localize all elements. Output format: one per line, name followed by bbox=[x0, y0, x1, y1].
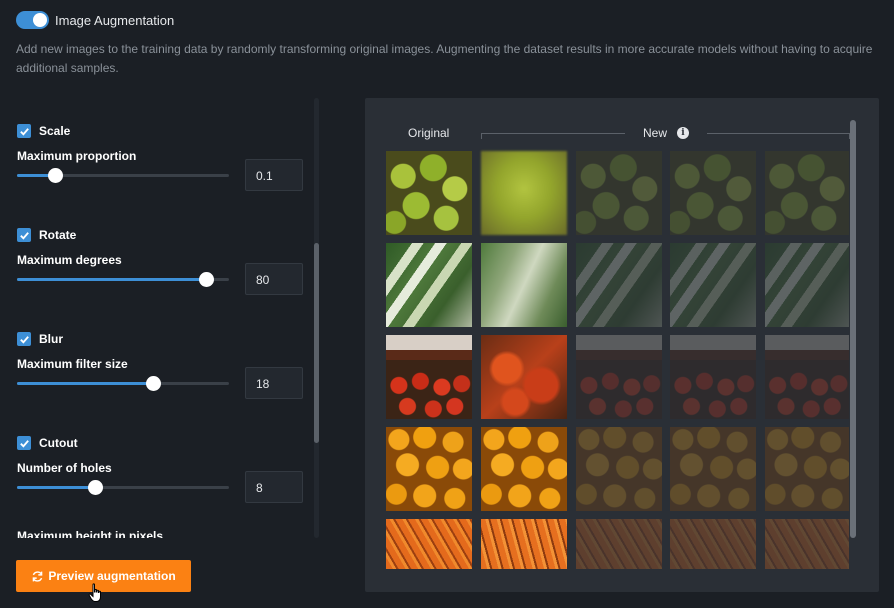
augmentation-header: Image Augmentation Add new images to the… bbox=[16, 10, 886, 75]
rotate-value-input[interactable]: 80 bbox=[245, 263, 303, 295]
augmented-image-tomatoes bbox=[481, 335, 567, 419]
rotate-slider-handle[interactable] bbox=[198, 272, 214, 287]
toggle-knob bbox=[33, 13, 47, 27]
augmented-image-placeholder bbox=[765, 151, 849, 235]
setting-scale: Scale Maximum proportion 0.1 bbox=[17, 123, 307, 191]
cutout-param-label: Number of holes bbox=[17, 461, 112, 475]
augmented-image-placeholder bbox=[576, 151, 662, 235]
augmented-image-placeholder bbox=[670, 427, 756, 511]
blur-checkbox[interactable] bbox=[17, 332, 31, 346]
new-column-label: New bbox=[643, 126, 668, 140]
original-column-header: Original bbox=[408, 126, 450, 140]
augmented-image-leeks bbox=[481, 243, 567, 327]
scale-label: Scale bbox=[39, 124, 71, 138]
rotate-checkbox[interactable] bbox=[17, 228, 31, 242]
scale-param-label: Maximum proportion bbox=[17, 149, 137, 163]
new-bracket-line-left bbox=[481, 133, 625, 134]
preview-augmentation-label: Preview augmentation bbox=[48, 569, 176, 583]
refresh-icon bbox=[33, 570, 43, 582]
setting-cutout: Cutout Number of holes 8 bbox=[17, 435, 307, 503]
augmented-image-placeholder bbox=[576, 427, 662, 511]
blur-slider[interactable] bbox=[17, 376, 229, 391]
preview-scrollbar[interactable] bbox=[850, 120, 856, 538]
settings-panel: Scale Maximum proportion 0.1 Rotate Maxi… bbox=[0, 110, 312, 538]
augmented-image-placeholder bbox=[765, 335, 849, 419]
setting-rotate: Rotate Maximum degrees 80 bbox=[17, 227, 307, 295]
blur-label: Blur bbox=[39, 332, 63, 346]
augmented-image-placeholder bbox=[576, 335, 662, 419]
augmented-image-placeholder bbox=[576, 519, 662, 569]
cutout-max-height-label: Maximum height in pixels bbox=[17, 529, 164, 538]
original-image-carrots bbox=[386, 519, 472, 569]
blur-param-label: Maximum filter size bbox=[17, 357, 128, 371]
original-image-leeks bbox=[386, 243, 472, 327]
info-icon[interactable]: i bbox=[677, 127, 690, 139]
scale-slider-handle[interactable] bbox=[48, 168, 64, 183]
augmented-image-placeholder bbox=[576, 243, 662, 327]
cutout-value-input[interactable]: 8 bbox=[245, 471, 303, 503]
augmented-image-placeholder bbox=[765, 519, 849, 569]
augmentation-description: Add new images to the training data by r… bbox=[16, 42, 873, 75]
original-image-apples bbox=[386, 151, 472, 235]
rotate-label: Rotate bbox=[39, 228, 77, 242]
augmentation-toggle[interactable] bbox=[16, 11, 49, 29]
blur-value-input[interactable]: 18 bbox=[245, 367, 303, 399]
scale-checkbox[interactable] bbox=[17, 124, 31, 138]
cutout-label: Cutout bbox=[39, 436, 78, 450]
blur-slider-handle[interactable] bbox=[145, 376, 161, 391]
scale-value-input[interactable]: 0.1 bbox=[245, 159, 303, 191]
cutout-slider[interactable] bbox=[17, 480, 229, 495]
new-bracket-line-right bbox=[707, 133, 850, 134]
settings-scrollbar[interactable] bbox=[314, 98, 319, 538]
augmented-image-placeholder bbox=[670, 335, 756, 419]
augmented-image-placeholder bbox=[765, 243, 849, 327]
original-image-tomatoes bbox=[386, 335, 472, 419]
augmented-image-placeholder bbox=[670, 151, 756, 235]
augmentation-toggle-label: Image Augmentation bbox=[55, 12, 175, 28]
rotate-param-label: Maximum degrees bbox=[17, 253, 122, 267]
augmented-image-carrots bbox=[481, 519, 567, 569]
scale-slider[interactable] bbox=[17, 168, 229, 183]
augmentation-preview-panel: Original New i bbox=[365, 98, 879, 592]
cutout-checkbox[interactable] bbox=[17, 436, 31, 450]
new-column-header: New i bbox=[643, 126, 690, 140]
cutout-slider-handle[interactable] bbox=[88, 480, 104, 495]
augmented-image-apples bbox=[481, 151, 567, 235]
hand-cursor-icon bbox=[88, 583, 101, 602]
settings-scrollbar-thumb[interactable] bbox=[314, 243, 319, 443]
augmented-image-placeholder bbox=[765, 427, 849, 511]
augmented-image-placeholder bbox=[670, 243, 756, 327]
augmented-image-placeholder bbox=[670, 519, 756, 569]
augmented-image-oranges bbox=[481, 427, 567, 511]
rotate-slider[interactable] bbox=[17, 272, 229, 287]
setting-blur: Blur Maximum filter size 18 bbox=[17, 331, 307, 399]
original-image-oranges bbox=[386, 427, 472, 511]
